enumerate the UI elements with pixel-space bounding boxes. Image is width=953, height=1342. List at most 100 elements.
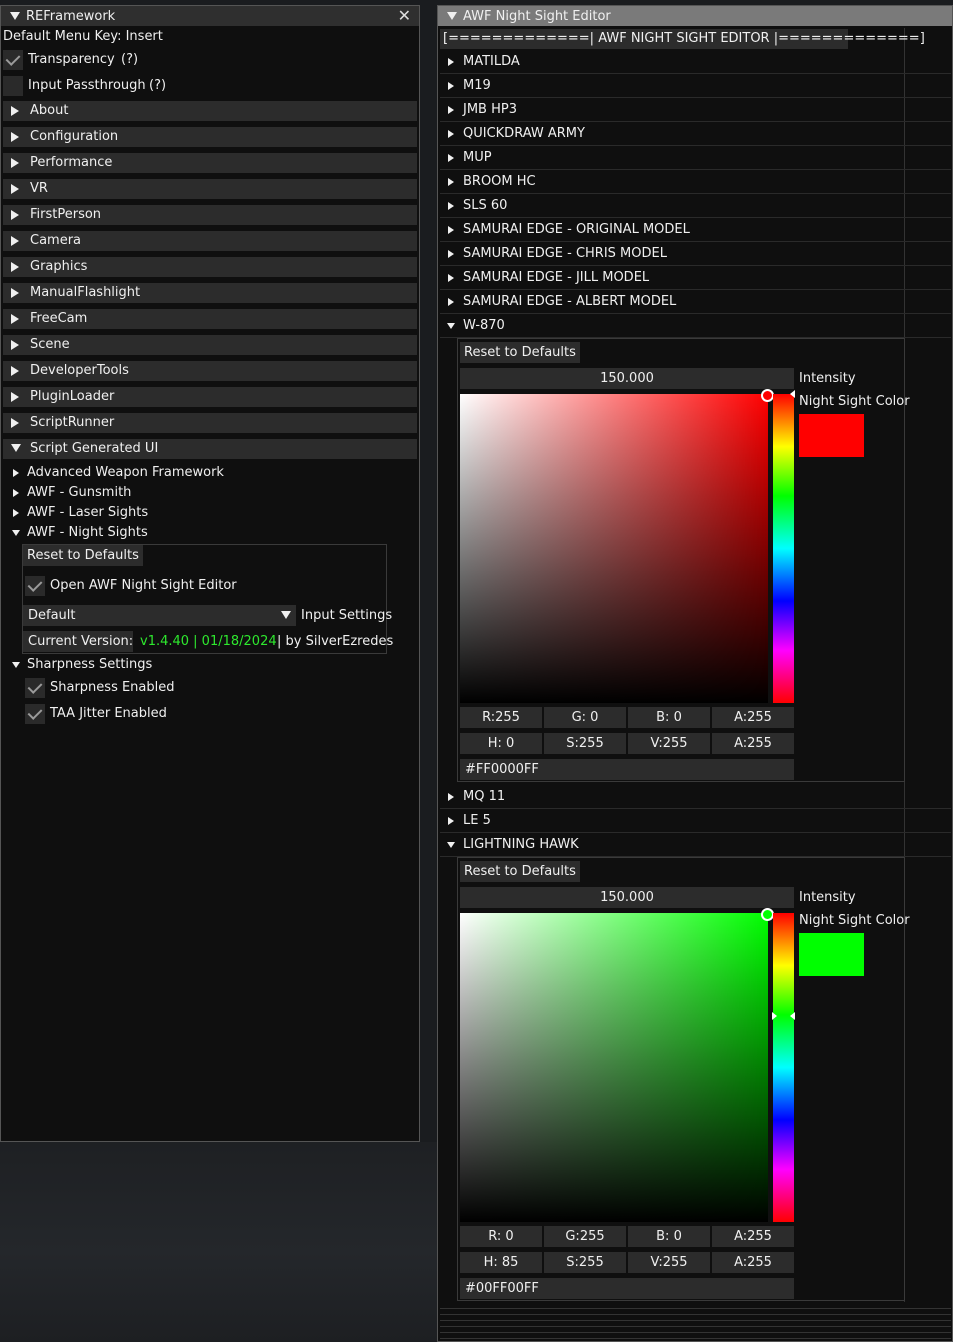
sharpness-settings-node[interactable]: Sharpness Settings <box>3 656 403 674</box>
section-header-firstperson[interactable]: FirstPerson <box>3 205 417 225</box>
section-header-scene[interactable]: Scene <box>3 335 417 355</box>
hue-bar[interactable] <box>773 394 794 703</box>
reset-defaults-button[interactable]: Reset to Defaults <box>23 545 143 566</box>
hsv-channel-field[interactable]: H: 0 <box>460 733 542 754</box>
section-header-scriptrunner[interactable]: ScriptRunner <box>3 413 417 433</box>
section-label: Performance <box>30 155 113 170</box>
section-header-graphics[interactable]: Graphics <box>3 257 417 277</box>
hsv-channel-field[interactable]: V:255 <box>628 733 710 754</box>
weapon-node-samurai-edge-original-model[interactable]: SAMURAI EDGE - ORIGINAL MODEL <box>440 218 951 242</box>
hsv-channel-field[interactable]: A:255 <box>712 1252 794 1273</box>
section-label: Scene <box>30 337 70 352</box>
collapsed-arrow-icon <box>448 250 454 258</box>
expanded-arrow-icon <box>11 444 21 452</box>
weapon-node-w870[interactable]: W-870 <box>440 314 951 338</box>
section-header-script-generated-ui[interactable]: Script Generated UI <box>3 439 417 459</box>
taa-jitter-checkbox[interactable] <box>25 704 45 724</box>
collapsed-arrow-icon <box>11 210 19 220</box>
hue-marker[interactable] <box>790 390 795 398</box>
rgb-channel-field[interactable]: A:255 <box>712 707 794 728</box>
editor-titlebar[interactable]: AWF Night Sight Editor <box>438 6 952 26</box>
script-node-awf-gunsmith[interactable]: AWF - Gunsmith <box>3 484 403 502</box>
weapon-node-jmb-hp3[interactable]: JMB HP3 <box>440 98 951 122</box>
sv-picker[interactable] <box>460 394 768 703</box>
collapsed-arrow-icon <box>448 226 454 234</box>
window-title: REFramework <box>26 9 116 24</box>
weapon-node-m19[interactable]: M19 <box>440 74 951 98</box>
intensity-slider[interactable]: 150.000 <box>460 887 794 908</box>
rgb-channel-field[interactable]: A:255 <box>712 1226 794 1247</box>
color-swatch[interactable] <box>799 414 864 457</box>
collapsed-arrow-icon <box>448 154 454 162</box>
section-header-configuration[interactable]: Configuration <box>3 127 417 147</box>
section-header-developertools[interactable]: DeveloperTools <box>3 361 417 381</box>
sv-picker[interactable] <box>460 913 768 1222</box>
rgb-channel-field[interactable]: G: 0 <box>544 707 626 728</box>
hsv-channel-field[interactable]: S:255 <box>544 1252 626 1273</box>
section-label: VR <box>30 181 48 196</box>
reset-defaults-button[interactable]: Reset to Defaults <box>460 342 580 363</box>
weapon-node-samurai-edge-chris-model[interactable]: SAMURAI EDGE - CHRIS MODEL <box>440 242 951 266</box>
collapsed-arrow-icon <box>11 288 19 298</box>
rgb-channel-field[interactable]: R: 0 <box>460 1226 542 1247</box>
script-node-advanced-weapon-framework[interactable]: Advanced Weapon Framework <box>3 464 403 482</box>
rgb-channel-field[interactable]: R:255 <box>460 707 542 728</box>
section-header-manualflashlight[interactable]: ManualFlashlight <box>3 283 417 303</box>
weapon-label: LIGHTNING HAWK <box>463 837 579 852</box>
weapon-node-broom-hc[interactable]: BROOM HC <box>440 170 951 194</box>
script-node-awf-night-sights[interactable]: AWF - Night Sights <box>3 524 403 542</box>
collapse-arrow-icon[interactable] <box>447 12 457 20</box>
color-swatch[interactable] <box>799 933 864 976</box>
collapsed-arrow-icon <box>11 236 19 246</box>
section-label: About <box>30 103 69 118</box>
hue-bar[interactable] <box>773 913 794 1222</box>
hex-field[interactable]: #FF0000FF <box>460 759 794 780</box>
hsv-channel-field[interactable]: V:255 <box>628 1252 710 1273</box>
weapon-node-sls-60[interactable]: SLS 60 <box>440 194 951 218</box>
section-header-performance[interactable]: Performance <box>3 153 417 173</box>
preset-dropdown[interactable]: Default <box>23 605 296 626</box>
hue-marker[interactable] <box>772 1012 777 1020</box>
weapon-node-samurai-edge-albert-model[interactable]: SAMURAI EDGE - ALBERT MODEL <box>440 290 951 314</box>
weapon-node-mq-11[interactable]: MQ 11 <box>440 785 951 809</box>
section-header-pluginloader[interactable]: PluginLoader <box>3 387 417 407</box>
weapon-node-matilda[interactable]: MATILDA <box>440 50 951 74</box>
section-header-vr[interactable]: VR <box>3 179 417 199</box>
weapon-node-mup[interactable]: MUP <box>440 146 951 170</box>
intensity-slider[interactable]: 150.000 <box>460 368 794 389</box>
rgb-channel-field[interactable]: B: 0 <box>628 707 710 728</box>
collapsed-arrow-icon <box>448 817 454 825</box>
section-header-camera[interactable]: Camera <box>3 231 417 251</box>
rgb-channel-field[interactable]: G:255 <box>544 1226 626 1247</box>
section-header-freecam[interactable]: FreeCam <box>3 309 417 329</box>
weapon-node-quickdraw-army[interactable]: QUICKDRAW ARMY <box>440 122 951 146</box>
hsv-channel-field[interactable]: A:255 <box>712 733 794 754</box>
reframework-titlebar[interactable]: REFramework ✕ <box>1 6 419 26</box>
help-marker[interactable]: (?) <box>121 52 138 67</box>
editor-title: AWF Night Sight Editor <box>463 9 611 24</box>
script-node-label: AWF - Gunsmith <box>27 485 132 500</box>
close-icon[interactable]: ✕ <box>398 6 411 26</box>
collapsed-arrow-icon <box>13 489 19 497</box>
script-node-label: AWF - Laser Sights <box>27 505 149 520</box>
hsv-channel-field[interactable]: H: 85 <box>460 1252 542 1273</box>
weapon-node-lightning-hawk[interactable]: LIGHTNING HAWK <box>440 833 951 857</box>
help-marker[interactable]: (?) <box>149 78 166 93</box>
weapon-label: SLS 60 <box>463 198 508 213</box>
weapon-node-samurai-edge-jill-model[interactable]: SAMURAI EDGE - JILL MODEL <box>440 266 951 290</box>
sharpness-enabled-checkbox[interactable] <box>25 678 45 698</box>
rgb-channel-field[interactable]: B: 0 <box>628 1226 710 1247</box>
weapon-node-le-5[interactable]: LE 5 <box>440 809 951 833</box>
hue-marker[interactable] <box>790 1012 795 1020</box>
hex-field[interactable]: #00FF00FF <box>460 1278 794 1299</box>
editor-banner: [=============| AWF NIGHT SIGHT EDITOR |… <box>440 29 925 49</box>
script-node-awf-laser-sights[interactable]: AWF - Laser Sights <box>3 504 403 522</box>
transparency-checkbox[interactable] <box>3 50 23 70</box>
input-passthrough-checkbox[interactable] <box>3 76 23 96</box>
section-header-about[interactable]: About <box>3 101 417 121</box>
collapse-arrow-icon[interactable] <box>10 12 20 20</box>
hsv-channel-field[interactable]: S:255 <box>544 733 626 754</box>
section-label: ManualFlashlight <box>30 285 141 300</box>
reset-defaults-button[interactable]: Reset to Defaults <box>460 861 580 882</box>
open-editor-checkbox[interactable] <box>25 576 45 596</box>
